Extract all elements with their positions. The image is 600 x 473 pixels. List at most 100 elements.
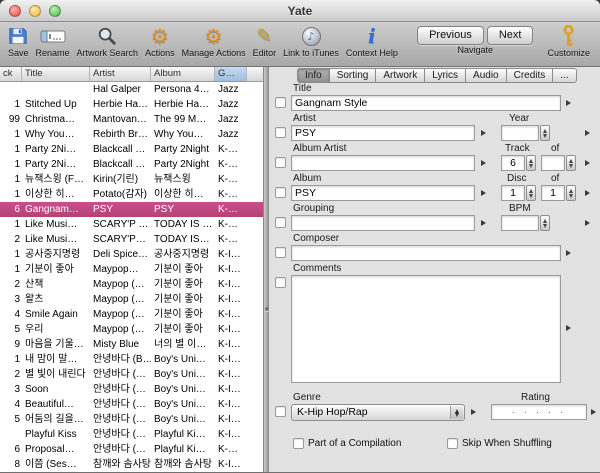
- track-action-arrow-icon[interactable]: [585, 160, 590, 166]
- table-row[interactable]: 6 Gangnam… PSY PSY K-…: [0, 202, 263, 217]
- bpm-stepper[interactable]: [540, 215, 550, 231]
- toolbar-editor[interactable]: ✎ Editor: [253, 24, 277, 58]
- table-row[interactable]: 3 Soon 안녕바다 (… Boy's Uni… K-I…: [0, 382, 263, 397]
- title-field[interactable]: [291, 95, 561, 111]
- tab-credits[interactable]: Credits: [506, 68, 554, 83]
- column-header-album[interactable]: Album: [151, 67, 215, 81]
- comments-enable-checkbox[interactable]: [275, 277, 286, 288]
- bpm-action-arrow-icon[interactable]: [585, 220, 590, 226]
- table-row[interactable]: 1 기분이 좋아 Maypop… 기분이 좋아 K-I…: [0, 262, 263, 277]
- track-number-field[interactable]: [501, 155, 525, 171]
- artist-action-arrow-icon[interactable]: [481, 130, 486, 136]
- skip-shuffling-checkbox[interactable]: [447, 438, 458, 449]
- disc-of-stepper[interactable]: [566, 185, 576, 201]
- table-row[interactable]: 4 Smile Again Maypop (… 기분이 좋아 K-I…: [0, 307, 263, 322]
- table-row[interactable]: 2 Like Musi… SCARY'P… TODAY IS… K-…: [0, 232, 263, 247]
- toolbar-customize[interactable]: Customize: [547, 24, 590, 58]
- next-button[interactable]: Next: [486, 26, 534, 45]
- album-artist-action-arrow-icon[interactable]: [481, 160, 486, 166]
- table-row[interactable]: 5 우리 Maypop (… 기분이 좋아 K-I…: [0, 322, 263, 337]
- album-enable-checkbox[interactable]: [275, 187, 286, 198]
- disc-action-arrow-icon[interactable]: [585, 190, 590, 196]
- title-action-arrow-icon[interactable]: [566, 100, 571, 106]
- toolbar-link-itunes[interactable]: ♪ Link to iTunes: [283, 24, 339, 58]
- table-row[interactable]: 4 Beautiful… 안녕바다 (… Boy's Uni… K-I…: [0, 397, 263, 412]
- table-row[interactable]: 6 Proposal… 안녕바다 (… Playful Ki… K-…: [0, 442, 263, 457]
- tab-artwork[interactable]: Artwork: [376, 68, 426, 83]
- close-button[interactable]: [9, 5, 21, 17]
- table-row[interactable]: 9 마음을 기울… Misty Blue 너의 별 이… K-I…: [0, 337, 263, 352]
- table-row[interactable]: 1 Like Musi… SCARY'P … TODAY IS … K-…: [0, 217, 263, 232]
- disc-of-field[interactable]: [541, 185, 565, 201]
- table-row[interactable]: 1 뉴잭스윙 (F… Kirin(기린) 뉴잭스윙 K-…: [0, 172, 263, 187]
- comments-field[interactable]: [291, 275, 561, 383]
- table-row[interactable]: Hal Galper Persona 4… Jazz: [0, 82, 263, 97]
- compilation-checkbox[interactable]: [293, 438, 304, 449]
- artist-field[interactable]: [291, 125, 475, 141]
- table-row[interactable]: 2 별 빛이 내린다 안녕바다 (… Boy's Uni… K-I…: [0, 367, 263, 382]
- year-field[interactable]: [501, 125, 539, 141]
- tab-audio[interactable]: Audio: [466, 68, 507, 83]
- cell-title: 별 빛이 내린다: [25, 369, 86, 380]
- column-header-artist[interactable]: Artist: [90, 67, 151, 81]
- composer-action-arrow-icon[interactable]: [566, 250, 571, 256]
- previous-button[interactable]: Previous: [417, 26, 484, 45]
- tab-lyrics[interactable]: Lyrics: [425, 68, 467, 83]
- table-row[interactable]: 99 Christma… Mantovan… The 99 M… Jazz: [0, 112, 263, 127]
- minimize-button[interactable]: [29, 5, 41, 17]
- album-artist-enable-checkbox[interactable]: [275, 157, 286, 168]
- genre-enable-checkbox[interactable]: [275, 406, 286, 417]
- table-row[interactable]: 1 Stitched Up Herbie Ha… Herbie Ha… Jazz: [0, 97, 263, 112]
- table-row[interactable]: 1 Why You… Rebirth Br… Why You… Jazz: [0, 127, 263, 142]
- genre-action-arrow-icon[interactable]: [471, 409, 476, 415]
- tab-more[interactable]: ...: [553, 68, 577, 83]
- save-floppy-icon: [8, 24, 28, 48]
- tab-sorting[interactable]: Sorting: [329, 68, 377, 83]
- track-of-stepper[interactable]: [566, 155, 576, 171]
- table-row[interactable]: 1 공사중지명령 Deli Spice… 공사중지명령 K-I…: [0, 247, 263, 262]
- rename-field-icon: [40, 24, 66, 48]
- year-action-arrow-icon[interactable]: [585, 130, 590, 136]
- column-header-genre[interactable]: G…: [215, 67, 247, 81]
- toolbar-actions[interactable]: ⚙ Actions: [145, 24, 175, 58]
- year-stepper[interactable]: [540, 125, 550, 141]
- comments-action-arrow-icon[interactable]: [566, 325, 571, 331]
- rating-action-arrow-icon[interactable]: [591, 409, 596, 415]
- table-row[interactable]: 8 이쯤 (Ses… 참깨와 솜사탕 참깨와 솜사탕 K-I…: [0, 457, 263, 472]
- album-field[interactable]: [291, 185, 475, 201]
- tab-info[interactable]: Info: [297, 68, 330, 83]
- track-of-field[interactable]: [541, 155, 565, 171]
- table-row[interactable]: 2 산책 Maypop (… 기분이 좋아 K-I…: [0, 277, 263, 292]
- disc-number-field[interactable]: [501, 185, 525, 201]
- genre-popup[interactable]: K-Hip Hop/Rap: [291, 404, 465, 421]
- toolbar-context-help[interactable]: i Context Help: [346, 24, 398, 58]
- track-stepper[interactable]: [526, 155, 536, 171]
- composer-field[interactable]: [291, 245, 561, 261]
- bpm-field[interactable]: [501, 215, 539, 231]
- table-row[interactable]: 1 내 맘이 말… 안녕바다 (B… Boy's Uni… K-I…: [0, 352, 263, 367]
- table-row[interactable]: Playful Kiss 안녕바다 (… Playful Ki… K-I…: [0, 427, 263, 442]
- table-row[interactable]: 3 왈츠 Maypop (… 기분이 좋아 K-I…: [0, 292, 263, 307]
- grouping-field[interactable]: [291, 215, 475, 231]
- column-header-title[interactable]: Title: [22, 67, 90, 81]
- rating-control[interactable]: · · · · ·: [491, 404, 587, 420]
- composer-enable-checkbox[interactable]: [275, 247, 286, 258]
- toolbar-rename[interactable]: Rename: [36, 24, 70, 58]
- titlebar[interactable]: Yate: [0, 0, 600, 22]
- title-enable-checkbox[interactable]: [275, 97, 286, 108]
- toolbar-manage-actions[interactable]: ⚙ Manage Actions: [182, 24, 246, 58]
- zoom-button[interactable]: [49, 5, 61, 17]
- artist-enable-checkbox[interactable]: [275, 127, 286, 138]
- grouping-action-arrow-icon[interactable]: [481, 220, 486, 226]
- toolbar-artwork-search[interactable]: Artwork Search: [77, 24, 138, 58]
- toolbar-save[interactable]: Save: [8, 24, 29, 58]
- disc-stepper[interactable]: [526, 185, 536, 201]
- table-row[interactable]: 1 Party 2Ni… Blackcall … Party 2Night K-…: [0, 157, 263, 172]
- album-action-arrow-icon[interactable]: [481, 190, 486, 196]
- album-artist-field[interactable]: [291, 155, 475, 171]
- table-row[interactable]: 1 이상한 히… Potato(감자) 이상한 히… K-…: [0, 187, 263, 202]
- column-header-track[interactable]: ck: [0, 67, 22, 81]
- table-row[interactable]: 1 Party 2Ni… Blackcall … Party 2Night K-…: [0, 142, 263, 157]
- grouping-enable-checkbox[interactable]: [275, 217, 286, 228]
- table-row[interactable]: 5 어둠의 길을… 안녕바다 (… Boy's Uni… K-I…: [0, 412, 263, 427]
